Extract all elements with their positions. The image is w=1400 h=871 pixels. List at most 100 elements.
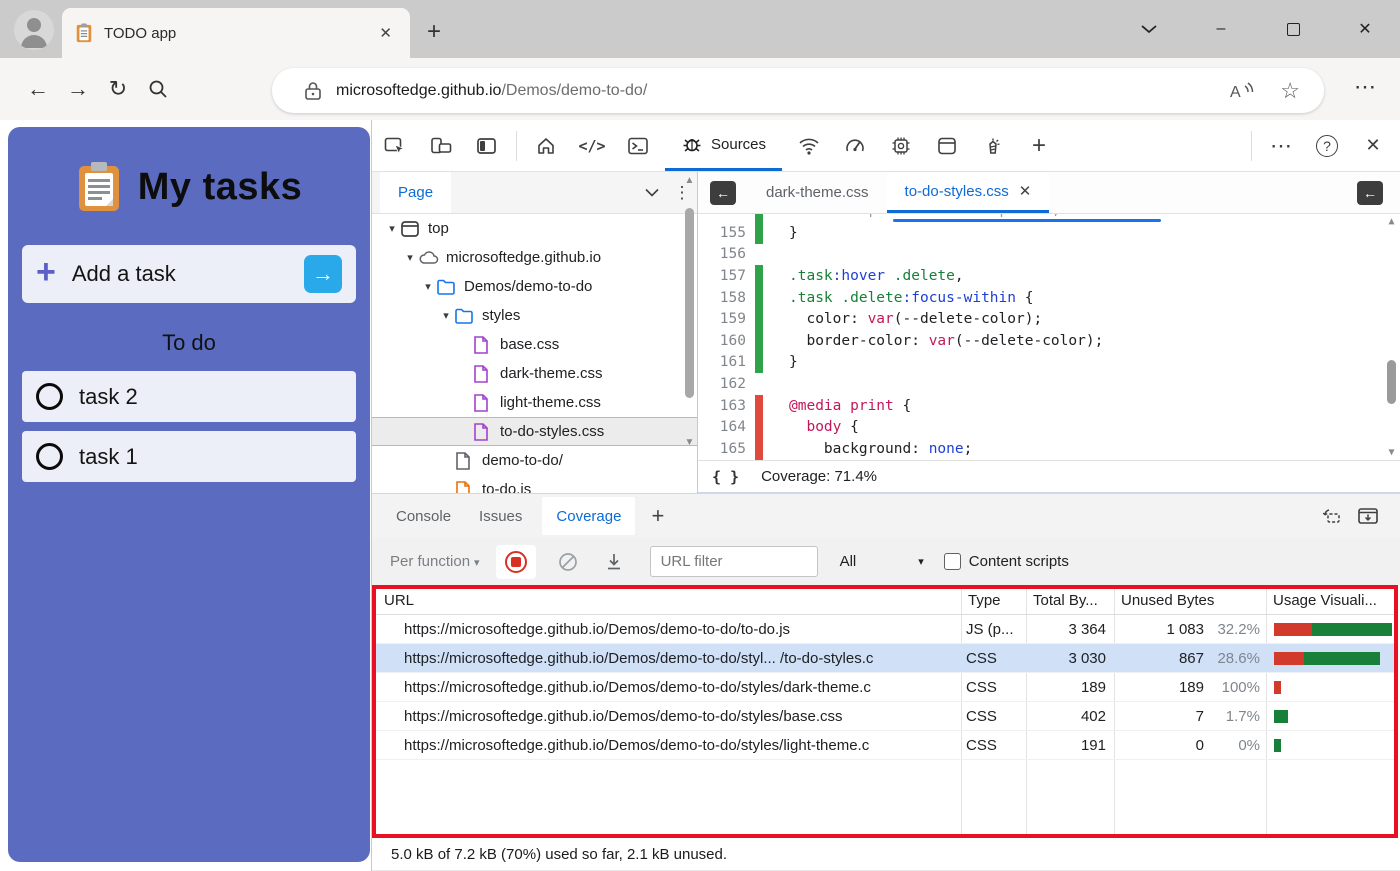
tree-item-demo-to-do-[interactable]: demo-to-do/ xyxy=(372,446,697,475)
coverage-row[interactable]: https://microsoftedge.github.io/Demos/de… xyxy=(372,644,1398,673)
code-line[interactable]: 164 body { xyxy=(698,416,1400,438)
editor-back-icon[interactable]: ← xyxy=(710,181,736,205)
minimize-button[interactable]: – xyxy=(1208,16,1234,42)
navigator-scrollbar[interactable]: ▲ ▼ xyxy=(682,172,697,451)
line-number[interactable]: 159 xyxy=(698,311,746,327)
back-button[interactable]: ← xyxy=(18,69,58,109)
url-bar[interactable]: microsoftedge.github.io/Demos/demo-to-do… xyxy=(272,68,1324,113)
code-line[interactable]: 159 color: var(--delete-color); xyxy=(698,308,1400,330)
performance-gauge-icon[interactable] xyxy=(838,129,872,163)
elements-code-icon[interactable]: </> xyxy=(575,129,609,163)
format-braces-icon[interactable]: { } xyxy=(712,468,739,486)
task-checkbox[interactable] xyxy=(36,383,63,410)
type-filter-dropdown[interactable]: All xyxy=(840,553,857,570)
content-scripts-checkbox[interactable] xyxy=(944,553,961,570)
tree-item-styles[interactable]: ▾styles xyxy=(372,301,697,330)
console-icon[interactable] xyxy=(621,129,655,163)
code-line[interactable]: 163@media print { xyxy=(698,395,1400,417)
column-header-url[interactable]: URL xyxy=(384,585,944,615)
window-close-button[interactable]: ✕ xyxy=(1352,16,1378,42)
devtools-close-icon[interactable]: ✕ xyxy=(1356,129,1390,163)
line-number[interactable]: 155 xyxy=(698,225,746,241)
tree-item-demos-demo-to-do[interactable]: ▾Demos/demo-to-do xyxy=(372,272,697,301)
expand-arrow-icon[interactable]: ▾ xyxy=(420,280,436,293)
dock-bottom-icon[interactable] xyxy=(1350,506,1386,526)
add-drawer-tab-icon[interactable]: + xyxy=(641,503,674,529)
expand-arrow-icon[interactable]: ▾ xyxy=(402,251,418,264)
code-line[interactable]: 155} xyxy=(698,222,1400,244)
coverage-row[interactable]: https://microsoftedge.github.io/Demos/de… xyxy=(372,702,1398,731)
browser-tab[interactable]: TODO app ✕ xyxy=(62,8,410,58)
line-number[interactable]: 156 xyxy=(698,246,746,262)
read-aloud-icon[interactable]: A xyxy=(1228,80,1254,102)
line-number[interactable]: 160 xyxy=(698,333,746,349)
code-line[interactable]: 160 border-color: var(--delete-color); xyxy=(698,330,1400,352)
rotate-preview-icon[interactable] xyxy=(1314,506,1350,526)
column-header-total-bytes[interactable]: Total By... xyxy=(1033,585,1111,615)
line-number[interactable]: 165 xyxy=(698,441,746,457)
add-task-submit-button[interactable]: → xyxy=(304,255,342,293)
expand-arrow-icon[interactable]: ▾ xyxy=(384,222,400,235)
tree-item-top[interactable]: ▾top xyxy=(372,214,697,243)
device-emulation-icon[interactable] xyxy=(424,129,458,163)
export-download-icon[interactable] xyxy=(594,552,634,572)
code-viewer[interactable]: border: 1px solid transparent; 155}15615… xyxy=(698,214,1400,460)
welcome-home-icon[interactable] xyxy=(529,129,563,163)
tree-item-to-do-styles-css[interactable]: to-do-styles.css xyxy=(372,417,697,446)
coverage-row[interactable]: https://microsoftedge.github.io/Demos/de… xyxy=(372,731,1398,760)
line-number[interactable]: 163 xyxy=(698,398,746,414)
line-number[interactable]: 157 xyxy=(698,268,746,284)
code-line[interactable]: 156 xyxy=(698,244,1400,266)
code-line[interactable]: 161} xyxy=(698,352,1400,374)
profile-avatar[interactable] xyxy=(14,10,54,50)
editor-scrollbar[interactable]: ▲ ▼ xyxy=(1384,214,1399,460)
column-header-usage-visualization[interactable]: Usage Visuali... xyxy=(1273,585,1395,615)
devtools-more-menu[interactable]: ⋯ xyxy=(1264,129,1298,163)
tab-console[interactable]: Console xyxy=(382,494,465,539)
tab-list-chevron-icon[interactable] xyxy=(1136,16,1162,42)
inspect-icon[interactable] xyxy=(378,129,412,163)
editor-tab-dark-theme[interactable]: dark-theme.css xyxy=(748,172,887,213)
stop-recording-button[interactable] xyxy=(496,545,536,579)
application-storage-icon[interactable] xyxy=(930,129,964,163)
line-number[interactable]: 158 xyxy=(698,290,746,306)
editor-show-navigator-icon[interactable]: ← xyxy=(1357,181,1383,205)
line-number[interactable]: 161 xyxy=(698,354,746,370)
search-icon[interactable] xyxy=(138,69,178,109)
clear-icon[interactable] xyxy=(548,551,588,573)
column-header-unused-bytes[interactable]: Unused Bytes xyxy=(1121,585,1261,615)
more-tools-plus-icon[interactable]: + xyxy=(1022,129,1056,163)
maximize-button[interactable] xyxy=(1280,16,1306,42)
new-tab-button[interactable]: + xyxy=(420,18,448,46)
add-task-input[interactable]: + Add a task → xyxy=(22,245,356,303)
code-line[interactable]: 158.task .delete:focus-within { xyxy=(698,287,1400,309)
memory-chip-icon[interactable] xyxy=(884,129,918,163)
lighthouse-icon[interactable] xyxy=(976,129,1010,163)
chevron-down-icon[interactable]: ▾ xyxy=(918,555,924,568)
code-line[interactable]: 165 background: none; xyxy=(698,438,1400,460)
tree-item-to-do-js[interactable]: to-do.js xyxy=(372,475,697,493)
coverage-row[interactable]: https://microsoftedge.github.io/Demos/de… xyxy=(372,615,1398,644)
reload-button[interactable]: ↻ xyxy=(98,69,138,109)
scrollbar-thumb[interactable] xyxy=(685,208,694,398)
tree-item-base-css[interactable]: base.css xyxy=(372,330,697,359)
activity-bar-layout-icon[interactable] xyxy=(470,129,504,163)
task-item[interactable]: task 2 xyxy=(22,371,356,422)
editor-tab-close-icon[interactable]: ✕ xyxy=(1019,182,1032,200)
task-checkbox[interactable] xyxy=(36,443,63,470)
forward-button[interactable]: → xyxy=(58,69,98,109)
code-line[interactable]: 162 xyxy=(698,373,1400,395)
network-wifi-icon[interactable] xyxy=(792,129,826,163)
devtools-help-icon[interactable]: ? xyxy=(1310,129,1344,163)
coverage-mode-dropdown[interactable]: Per function▾ xyxy=(390,553,480,570)
tree-item-microsoftedge-github-io[interactable]: ▾microsoftedge.github.io xyxy=(372,243,697,272)
code-line[interactable]: 157.task:hover .delete, xyxy=(698,265,1400,287)
tab-sources[interactable]: Sources xyxy=(665,120,782,171)
tab-coverage[interactable]: Coverage xyxy=(542,497,635,535)
editor-tab-to-do-styles[interactable]: to-do-styles.css ✕ xyxy=(887,172,1050,213)
line-number[interactable]: 162 xyxy=(698,376,746,392)
browser-settings-menu[interactable]: ⋯ xyxy=(1348,74,1384,100)
column-header-type[interactable]: Type xyxy=(968,585,1023,615)
url-filter-input[interactable] xyxy=(650,546,818,577)
url-text[interactable]: microsoftedge.github.io/Demos/demo-to-do… xyxy=(336,82,1228,100)
